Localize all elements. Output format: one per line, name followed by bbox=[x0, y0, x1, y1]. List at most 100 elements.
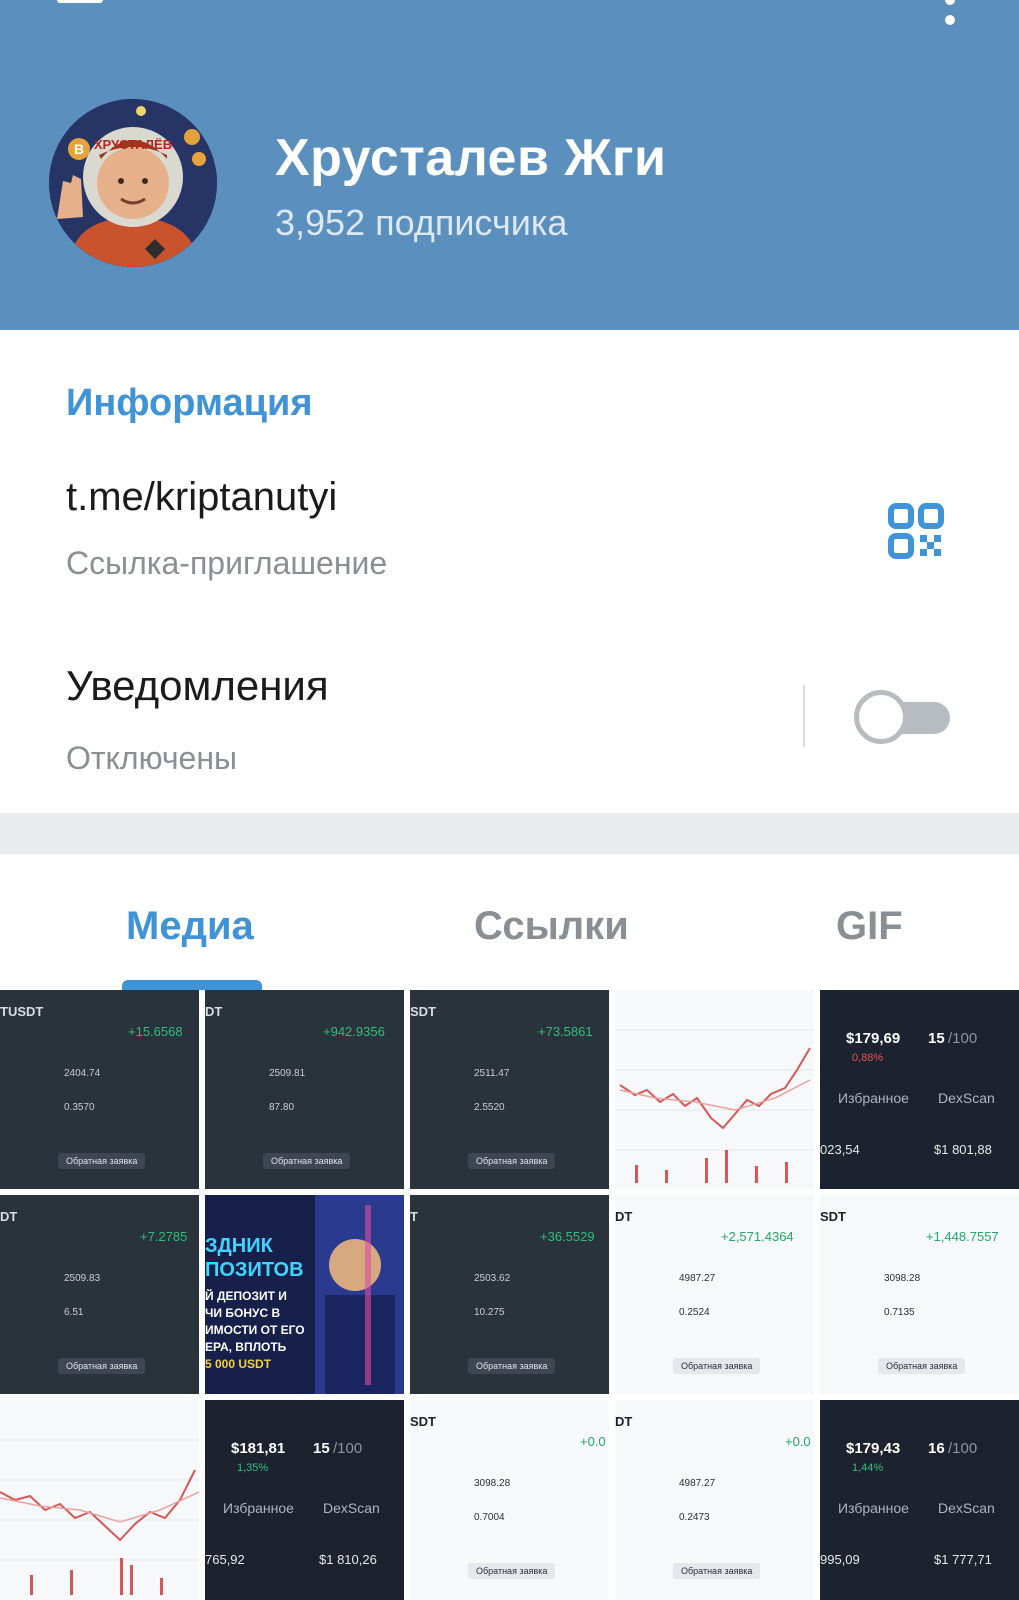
media-thumbnail[interactable]: DT +7.2785 2509.83 6.51 Обратная заявка bbox=[0, 1195, 199, 1394]
thumb-pair: DT bbox=[615, 1209, 633, 1224]
thumb-value: 0.7135 bbox=[884, 1307, 915, 1318]
thumb-pnl: +0.0 bbox=[580, 1434, 606, 1449]
thumb-price: $179,43 bbox=[846, 1440, 901, 1457]
thumb-pnl: +73.5861 bbox=[538, 1024, 593, 1039]
thumb-value: 0.2473 bbox=[679, 1512, 710, 1523]
thumb-button: Обратная заявка bbox=[673, 1358, 761, 1374]
thumb-value: 2.5520 bbox=[474, 1102, 505, 1113]
media-grid: TUSDT +15.6568 2404.74 0.3570 Обратная з… bbox=[0, 990, 1019, 1600]
back-arrow-icon[interactable] bbox=[50, 0, 110, 30]
thumb-value: 2509.83 bbox=[64, 1273, 101, 1284]
media-thumbnail[interactable]: $179,43 1,44% 16 /100 Избранное DexScan … bbox=[820, 1400, 1019, 1600]
thumb-count: 15 bbox=[928, 1030, 945, 1047]
media-thumbnail[interactable]: SDT +73.5861 2511.47 2.5520 Обратная зая… bbox=[410, 990, 609, 1189]
thumb-button: Обратная заявка bbox=[58, 1358, 146, 1374]
thumb-button: Обратная заявка bbox=[468, 1153, 556, 1169]
thumb-pair: TUSDT bbox=[0, 1004, 44, 1019]
thumb-dex: DexScan bbox=[938, 1500, 995, 1516]
thumb-button: Обратная заявка bbox=[878, 1358, 966, 1374]
media-thumbnail[interactable]: T +36.5529 2503.62 10.275 Обратная заявк… bbox=[410, 1195, 609, 1394]
channel-title: Хрусталев Жги bbox=[275, 129, 667, 187]
media-thumbnail[interactable]: $181,81 1,35% 15 /100 Избранное DexScan … bbox=[205, 1400, 404, 1600]
thumb-value: 3098.28 bbox=[884, 1273, 921, 1284]
promo-line: ЕРА, ВПЛОТЬ bbox=[205, 1340, 287, 1354]
media-thumbnail[interactable]: TUSDT +15.6568 2404.74 0.3570 Обратная з… bbox=[0, 990, 199, 1189]
promo-line: ПОЗИТОВ bbox=[205, 1259, 304, 1281]
media-thumbnail[interactable]: DT +0.0 4987.27 0.2473 Обратная заявка bbox=[615, 1400, 814, 1600]
thumb-value: 2404.74 bbox=[64, 1068, 101, 1079]
thumb-chart-graphic bbox=[615, 1029, 814, 1183]
thumb-value: 4987.27 bbox=[679, 1478, 716, 1489]
thumb-count-of: /100 bbox=[948, 1030, 978, 1047]
thumb-count-of: /100 bbox=[948, 1440, 978, 1457]
media-thumbnail[interactable]: DT +2,571.4364 4987.27 0.2524 Обратная з… bbox=[615, 1195, 814, 1394]
media-thumbnail[interactable]: SDT +0.0 3098.28 0.7004 Обратная заявка bbox=[410, 1400, 609, 1600]
thumb-fav: Избранное bbox=[223, 1500, 294, 1516]
thumb-pnl: +0.0 bbox=[785, 1434, 811, 1449]
media-thumbnail[interactable] bbox=[0, 1400, 199, 1600]
channel-header: B ХРУСТАЛЁВ Хрусталев Жги 3,952 подписчи… bbox=[0, 0, 1019, 330]
thumb-value: 2503.62 bbox=[474, 1273, 511, 1284]
thumb-button: Обратная заявка bbox=[468, 1358, 556, 1374]
promo-line: Й ДЕПОЗИТ И bbox=[205, 1289, 287, 1303]
thumb-pair: DT bbox=[205, 1004, 223, 1019]
thumb-value: 0.2524 bbox=[679, 1307, 710, 1318]
thumb-bottom-right: $1 810,26 bbox=[319, 1552, 377, 1567]
thumb-count-of: /100 bbox=[333, 1440, 363, 1457]
avatar-helmet-text: ХРУСТАЛЁВ bbox=[94, 137, 172, 152]
thumb-value: 2511.47 bbox=[474, 1068, 510, 1079]
notifications-state: Отключены bbox=[66, 740, 238, 776]
thumb-value: 3098.28 bbox=[474, 1478, 511, 1489]
toggle-knob bbox=[854, 690, 908, 744]
thumb-bottom-left: 765,92 bbox=[205, 1552, 245, 1567]
channel-avatar[interactable]: B ХРУСТАЛЁВ bbox=[49, 99, 217, 267]
thumb-pnl: +1,448.7557 bbox=[926, 1229, 999, 1244]
thumb-count: 16 bbox=[928, 1440, 945, 1457]
more-vertical-icon[interactable] bbox=[930, 0, 970, 32]
tab-media[interactable]: Медиа bbox=[126, 904, 254, 949]
invite-link[interactable]: t.me/kriptanutyi bbox=[66, 475, 337, 520]
notifications-toggle[interactable] bbox=[854, 688, 952, 746]
tab-gif[interactable]: GIF bbox=[836, 904, 903, 949]
thumb-value: 87.80 bbox=[269, 1102, 295, 1113]
thumb-pair: SDT bbox=[410, 1004, 436, 1019]
thumb-fav: Избранное bbox=[838, 1500, 909, 1516]
thumb-pair: T bbox=[410, 1209, 418, 1224]
invite-link-label: Ссылка-приглашение bbox=[66, 545, 388, 581]
thumb-price: $181,81 bbox=[231, 1440, 286, 1457]
info-heading: Информация bbox=[66, 382, 313, 424]
media-thumbnail[interactable]: SDT +1,448.7557 3098.28 0.7135 Обратная … bbox=[820, 1195, 1019, 1394]
media-thumbnail[interactable]: ЗДНИК ПОЗИТОВ Й ДЕПОЗИТ И ЧИ БОНУС В ИМО… bbox=[205, 1195, 404, 1394]
thumb-pnl: +7.2785 bbox=[140, 1229, 188, 1244]
promo-line: ИМОСТИ ОТ ЕГО bbox=[205, 1323, 305, 1337]
active-tab-indicator bbox=[122, 980, 262, 990]
svg-text:B: B bbox=[74, 141, 84, 157]
thumb-button: Обратная заявка bbox=[673, 1563, 761, 1579]
thumb-chart-graphic bbox=[0, 1439, 199, 1595]
thumb-pnl: +2,571.4364 bbox=[721, 1229, 794, 1244]
thumb-value: 6.51 bbox=[64, 1307, 84, 1318]
info-section: Информация t.me/kriptanutyi Ссылка-пригл… bbox=[0, 330, 1019, 813]
thumb-dex: DexScan bbox=[938, 1090, 995, 1106]
media-thumbnail[interactable]: $179,69 0,88% 15 /100 Избранное DexScan … bbox=[820, 990, 1019, 1189]
thumb-button: Обратная заявка bbox=[468, 1563, 556, 1579]
thumb-pnl: +942.9356 bbox=[323, 1024, 385, 1039]
tab-links[interactable]: Ссылки bbox=[474, 904, 629, 949]
thumb-bottom-right: $1 801,88 bbox=[934, 1142, 992, 1157]
thumb-value: 0.3570 bbox=[64, 1102, 95, 1113]
thumb-pair: DT bbox=[0, 1209, 18, 1224]
thumb-bottom-right: $1 777,71 bbox=[934, 1552, 992, 1567]
media-thumbnail[interactable] bbox=[615, 990, 814, 1189]
thumb-value: 10.275 bbox=[474, 1307, 505, 1318]
thumb-value: 4987.27 bbox=[679, 1273, 716, 1284]
promo-line: ЗДНИК bbox=[205, 1235, 273, 1257]
thumb-bottom-left: 023,54 bbox=[820, 1142, 860, 1157]
thumb-pair: SDT bbox=[410, 1414, 436, 1429]
promo-line: ЧИ БОНУС В bbox=[205, 1306, 281, 1320]
thumb-dex: DexScan bbox=[323, 1500, 380, 1516]
thumb-value: 2509.81 bbox=[269, 1068, 306, 1079]
qr-code-icon[interactable] bbox=[888, 503, 944, 559]
thumb-fav: Избранное bbox=[838, 1090, 909, 1106]
thumb-pnl: +15.6568 bbox=[128, 1024, 183, 1039]
media-thumbnail[interactable]: DT +942.9356 2509.81 87.80 Обратная заяв… bbox=[205, 990, 404, 1189]
